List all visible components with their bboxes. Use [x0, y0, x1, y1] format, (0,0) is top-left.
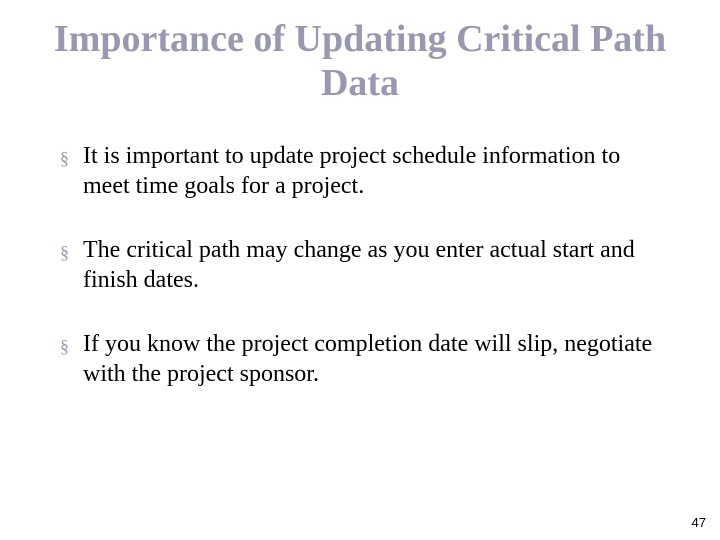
bullet-icon: § — [60, 147, 69, 170]
bullet-icon: § — [60, 335, 69, 358]
slide-container: Importance of Updating Critical Path Dat… — [0, 0, 720, 389]
list-item: § It is important to update project sche… — [60, 141, 672, 201]
page-number: 47 — [692, 515, 706, 530]
list-item: § The critical path may change as you en… — [60, 235, 672, 295]
bullet-list: § It is important to update project sche… — [48, 141, 672, 389]
list-item: § If you know the project completion dat… — [60, 329, 672, 389]
bullet-text: It is important to update project schedu… — [83, 141, 672, 201]
slide-title: Importance of Updating Critical Path Dat… — [48, 18, 672, 105]
bullet-text: The critical path may change as you ente… — [83, 235, 672, 295]
bullet-icon: § — [60, 241, 69, 264]
bullet-text: If you know the project completion date … — [83, 329, 672, 389]
